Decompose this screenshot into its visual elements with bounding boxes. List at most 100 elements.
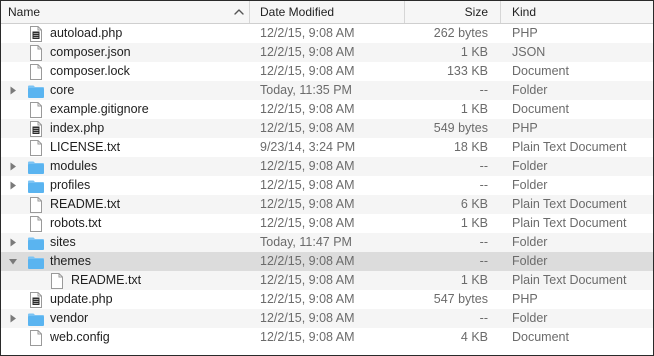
- file-size: --: [479, 159, 488, 173]
- file-name: themes: [50, 254, 91, 268]
- file-kind: Document: [512, 330, 569, 344]
- file-kind: Plain Text Document: [512, 216, 627, 230]
- executable-document-icon: [27, 26, 45, 42]
- executable-document-icon: [27, 121, 45, 137]
- file-name: README.txt: [71, 273, 142, 287]
- date-modified: 12/2/15, 9:08 AM: [260, 254, 355, 268]
- document-icon: [27, 102, 45, 118]
- file-name: vendor: [50, 311, 89, 325]
- disclosure-triangle-right-icon[interactable]: [7, 157, 19, 176]
- date-modified: 12/2/15, 9:08 AM: [260, 121, 355, 135]
- file-row-robots-txt[interactable]: robots.txt 12/2/15, 9:08 AM 1 KB Plain Text…: [1, 214, 653, 233]
- file-name: robots.txt: [50, 216, 102, 230]
- chevron-up-icon[interactable]: [232, 5, 246, 19]
- file-row-example-gitignore[interactable]: example.gitignore 12/2/15, 9:08 AM 1 KB Doc…: [1, 100, 653, 119]
- folder-icon: [27, 254, 45, 270]
- file-size: 18 KB: [453, 140, 488, 154]
- date-modified: 12/2/15, 9:08 AM: [260, 45, 355, 59]
- file-size: 4 KB: [460, 330, 488, 344]
- file-list: autoload.php 12/2/15, 9:08 AM 262 bytes PHP…: [1, 24, 653, 347]
- file-kind: Folder: [512, 235, 548, 249]
- file-name: autoload.php: [50, 26, 123, 40]
- file-kind: Document: [512, 64, 569, 78]
- disclosure-triangle-right-icon[interactable]: [7, 176, 19, 195]
- file-size: 549 bytes: [433, 121, 488, 135]
- file-kind: Plain Text Document: [512, 140, 627, 154]
- file-kind: Folder: [512, 159, 548, 173]
- folder-row-core[interactable]: core Today, 11:35 PM -- Folder: [1, 81, 653, 100]
- file-size: --: [479, 178, 488, 192]
- document-icon: [48, 273, 66, 289]
- file-name: example.gitignore: [50, 102, 149, 116]
- disclosure-triangle-right-icon[interactable]: [7, 81, 19, 100]
- file-size: 262 bytes: [433, 26, 488, 40]
- file-row-index-php[interactable]: index.php 12/2/15, 9:08 AM 549 bytes PHP: [1, 119, 653, 138]
- file-size: --: [479, 235, 488, 249]
- document-icon: [27, 140, 45, 156]
- file-name: profiles: [50, 178, 91, 192]
- file-name: update.php: [50, 292, 113, 306]
- file-size: --: [479, 254, 488, 268]
- folder-icon: [27, 178, 45, 194]
- file-name: composer.json: [50, 45, 131, 59]
- date-modified: 12/2/15, 9:08 AM: [260, 178, 355, 192]
- file-size: 1 KB: [460, 216, 488, 230]
- file-name: modules: [50, 159, 98, 173]
- file-name: web.config: [50, 330, 110, 344]
- file-row-composer-json[interactable]: composer.json 12/2/15, 9:08 AM 1 KB JSON: [1, 43, 653, 62]
- folder-row-profiles[interactable]: profiles 12/2/15, 9:08 AM -- Folder: [1, 176, 653, 195]
- date-modified: 12/2/15, 9:08 AM: [260, 26, 355, 40]
- file-row-license-txt[interactable]: LICENSE.txt 9/23/14, 3:24 PM 18 KB Plain Te…: [1, 138, 653, 157]
- column-header-name[interactable]: Name: [1, 1, 249, 23]
- file-row-web-config[interactable]: web.config 12/2/15, 9:08 AM 4 KB Document: [1, 328, 653, 347]
- file-size: 547 bytes: [433, 292, 488, 306]
- column-header-kind[interactable]: Kind: [500, 1, 653, 23]
- disclosure-triangle-down-icon[interactable]: [7, 252, 19, 271]
- document-icon: [27, 216, 45, 232]
- file-kind: JSON: [512, 45, 546, 59]
- file-name: core: [50, 83, 75, 97]
- folder-icon: [27, 159, 45, 175]
- file-kind: Folder: [512, 83, 548, 97]
- folder-row-sites[interactable]: sites Today, 11:47 PM -- Folder: [1, 233, 653, 252]
- date-modified: 12/2/15, 9:08 AM: [260, 292, 355, 306]
- folder-row-modules[interactable]: modules 12/2/15, 9:08 AM -- Folder: [1, 157, 653, 176]
- file-kind: Folder: [512, 254, 548, 268]
- file-kind: PHP: [512, 26, 538, 40]
- file-name: LICENSE.txt: [50, 140, 121, 154]
- folder-icon: [27, 235, 45, 251]
- file-size: 133 KB: [446, 64, 488, 78]
- file-name: sites: [50, 235, 76, 249]
- document-icon: [27, 330, 45, 346]
- date-modified: Today, 11:47 PM: [260, 235, 352, 249]
- date-modified: 12/2/15, 9:08 AM: [260, 159, 355, 173]
- folder-icon: [27, 311, 45, 327]
- finder-list-view: Name Date Modified Size Kind autoload.ph…: [0, 0, 654, 356]
- file-kind: Plain Text Document: [512, 197, 627, 211]
- file-row-composer-lock[interactable]: composer.lock 12/2/15, 9:08 AM 133 KB Docum…: [1, 62, 653, 81]
- file-row-autoload-php[interactable]: autoload.php 12/2/15, 9:08 AM 262 bytes PHP: [1, 24, 653, 43]
- file-kind: PHP: [512, 121, 538, 135]
- date-modified: 12/2/15, 9:08 AM: [260, 102, 355, 116]
- executable-document-icon: [27, 292, 45, 308]
- file-kind: PHP: [512, 292, 538, 306]
- date-modified: 12/2/15, 9:08 AM: [260, 311, 355, 325]
- file-size: 6 KB: [460, 197, 488, 211]
- folder-icon: [27, 83, 45, 99]
- file-size: --: [479, 311, 488, 325]
- document-icon: [27, 45, 45, 61]
- file-row-update-php[interactable]: update.php 12/2/15, 9:08 AM 547 bytes PHP: [1, 290, 653, 309]
- file-kind: Document: [512, 102, 569, 116]
- file-row-readme-txt[interactable]: README.txt 12/2/15, 9:08 AM 1 KB Plain Text…: [1, 271, 653, 290]
- disclosure-triangle-right-icon[interactable]: [7, 233, 19, 252]
- disclosure-triangle-right-icon[interactable]: [7, 309, 19, 328]
- date-modified: 12/2/15, 9:08 AM: [260, 197, 355, 211]
- file-kind: Plain Text Document: [512, 273, 627, 287]
- folder-row-themes[interactable]: themes 12/2/15, 9:08 AM -- Folder: [1, 252, 653, 271]
- folder-row-vendor[interactable]: vendor 12/2/15, 9:08 AM -- Folder: [1, 309, 653, 328]
- column-header-size[interactable]: Size: [404, 1, 500, 23]
- file-kind: Folder: [512, 311, 548, 325]
- column-header-date-modified[interactable]: Date Modified: [249, 1, 404, 23]
- file-name: index.php: [50, 121, 105, 135]
- file-row-readme-txt[interactable]: README.txt 12/2/15, 9:08 AM 6 KB Plain Text…: [1, 195, 653, 214]
